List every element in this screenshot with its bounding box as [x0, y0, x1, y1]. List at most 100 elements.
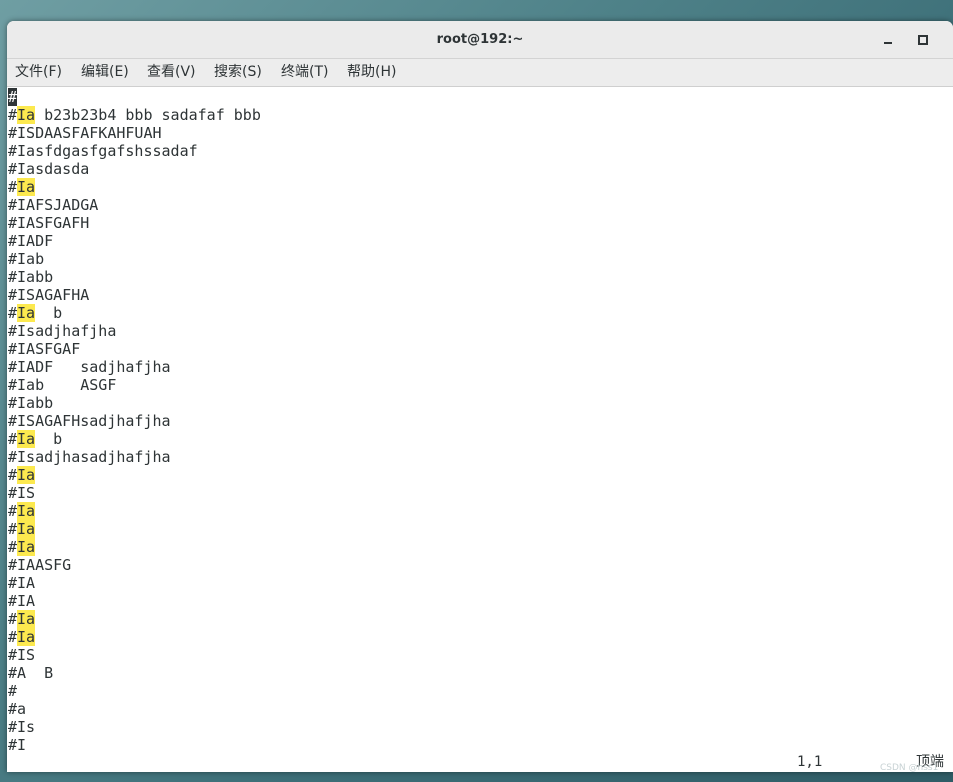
editor-line: #IA: [8, 592, 261, 610]
search-match-highlight: Ia: [17, 304, 36, 322]
editor-buffer[interactable]: # #Ia b23b23b4 bbb sadafaf bbb #ISDAASFAFK…: [8, 88, 261, 754]
search-match-highlight: Ia: [17, 610, 36, 628]
text-cursor: #: [8, 88, 18, 106]
line-text: #ISAGAFHA: [8, 286, 90, 304]
menu-bar: 文件(F) 编辑(E) 查看(V) 搜索(S) 终端(T) 帮助(H): [7, 59, 953, 87]
line-text: #IAFSJADGA: [8, 196, 99, 214]
line-text: #IA: [8, 592, 36, 610]
editor-line: #Iab ASGF: [8, 376, 261, 394]
editor-line: #Isadjhafjha: [8, 322, 261, 340]
menu-edit[interactable]: 编辑(E): [81, 59, 129, 86]
editor-line: #Iab: [8, 250, 261, 268]
search-match-highlight: Ia: [17, 430, 36, 448]
editor-line: #Ia: [8, 466, 261, 484]
line-text: #: [8, 502, 18, 520]
line-text: b23b23b4 bbb sadafaf bbb: [35, 106, 261, 124]
line-text: #: [8, 430, 18, 448]
line-text: #: [8, 520, 18, 538]
line-text: b: [35, 430, 63, 448]
line-text: #Iab ASGF: [8, 376, 117, 394]
line-text: #: [8, 106, 18, 124]
editor-line: #IA: [8, 574, 261, 592]
editor-line: #: [8, 682, 261, 700]
editor-line: #IS: [8, 646, 261, 664]
line-text: b: [35, 304, 63, 322]
line-text: #IASFGAF: [8, 340, 81, 358]
line-text: #a: [8, 700, 27, 718]
line-text: #Iasdasda: [8, 160, 90, 178]
watermark: CSDN @hss1: [880, 763, 939, 773]
search-match-highlight: Ia: [17, 106, 36, 124]
line-text: #IS: [8, 646, 36, 664]
line-text: #I: [8, 736, 27, 754]
line-text: #ISDAASFAFKAHFUAH: [8, 124, 162, 142]
editor-line: #a: [8, 700, 261, 718]
editor-line: #: [8, 88, 261, 106]
editor-line: #A B: [8, 664, 261, 682]
editor-line: #Ia: [8, 502, 261, 520]
editor-line: #IASFGAF: [8, 340, 261, 358]
editor-line: #Ia: [8, 520, 261, 538]
search-match-highlight: Ia: [17, 502, 36, 520]
minimize-icon: [884, 41, 892, 44]
editor-line: #IASFGAFH: [8, 214, 261, 232]
title-bar[interactable]: root@192:~: [7, 21, 953, 59]
menu-view[interactable]: 查看(V): [147, 59, 196, 86]
maximize-icon: [918, 34, 928, 45]
line-text: #: [8, 682, 18, 700]
line-text: #ISAGAFHsadjhafjha: [8, 412, 171, 430]
line-text: #Iabb: [8, 268, 54, 286]
search-match-highlight: Ia: [17, 178, 36, 196]
line-text: #: [8, 304, 18, 322]
editor-line: #ISAGAFHsadjhafjha: [8, 412, 261, 430]
menu-help[interactable]: 帮助(H): [347, 59, 396, 86]
editor-line: #IS: [8, 484, 261, 502]
search-match-highlight: Ia: [17, 538, 36, 556]
editor-line: #IADF: [8, 232, 261, 250]
editor-line: #Ia b: [8, 430, 261, 448]
line-text: #IADF: [8, 232, 54, 250]
editor-line: #IADF sadjhafjha: [8, 358, 261, 376]
editor-line: #Ia: [8, 610, 261, 628]
line-text: #Isadjhafjha: [8, 322, 117, 340]
window-title: root@192:~: [436, 32, 524, 47]
editor-line: #IAASFG: [8, 556, 261, 574]
line-text: #: [8, 610, 18, 628]
terminal-content[interactable]: # #Ia b23b23b4 bbb sadafaf bbb #ISDAASFAFK…: [7, 87, 953, 772]
line-text: #Is: [8, 718, 36, 736]
editor-line: #Ia: [8, 628, 261, 646]
line-text: #IS: [8, 484, 36, 502]
editor-line: #Is: [8, 718, 261, 736]
line-text: #IASFGAFH: [8, 214, 90, 232]
line-text: #IAASFG: [8, 556, 72, 574]
line-text: #Iasfdgasfgafshssadaf: [8, 142, 198, 160]
line-text: #: [8, 538, 18, 556]
line-text: #: [8, 628, 18, 646]
editor-line: #Isadjhasadjhafjha: [8, 448, 261, 466]
menu-terminal[interactable]: 终端(T): [281, 59, 328, 86]
terminal-window: root@192:~ 文件(F) 编辑(E) 查看(V) 搜索(S) 终端(T)…: [7, 21, 953, 772]
search-match-highlight: Ia: [17, 520, 36, 538]
line-text: #Isadjhasadjhafjha: [8, 448, 171, 466]
editor-line: #Ia b: [8, 304, 261, 322]
line-text: #A B: [8, 664, 54, 682]
cursor-position: 1,1: [797, 754, 823, 770]
editor-line: #Iabb: [8, 394, 261, 412]
editor-line: #Ia: [8, 538, 261, 556]
line-text: #IA: [8, 574, 36, 592]
menu-file[interactable]: 文件(F): [15, 59, 62, 86]
editor-line: #Ia b23b23b4 bbb sadafaf bbb: [8, 106, 261, 124]
menu-search[interactable]: 搜索(S): [214, 59, 262, 86]
maximize-button[interactable]: [912, 29, 934, 51]
search-match-highlight: Ia: [17, 466, 36, 484]
line-text: #: [8, 178, 18, 196]
editor-line: #Iasfdgasfgafshssadaf: [8, 142, 261, 160]
line-text: #Iab: [8, 250, 45, 268]
line-text: #: [8, 466, 18, 484]
editor-line: #I: [8, 736, 261, 754]
editor-line: #Iabb: [8, 268, 261, 286]
editor-line: #IAFSJADGA: [8, 196, 261, 214]
editor-line: #Ia: [8, 178, 261, 196]
editor-line: #ISAGAFHA: [8, 286, 261, 304]
minimize-button[interactable]: [877, 29, 899, 51]
